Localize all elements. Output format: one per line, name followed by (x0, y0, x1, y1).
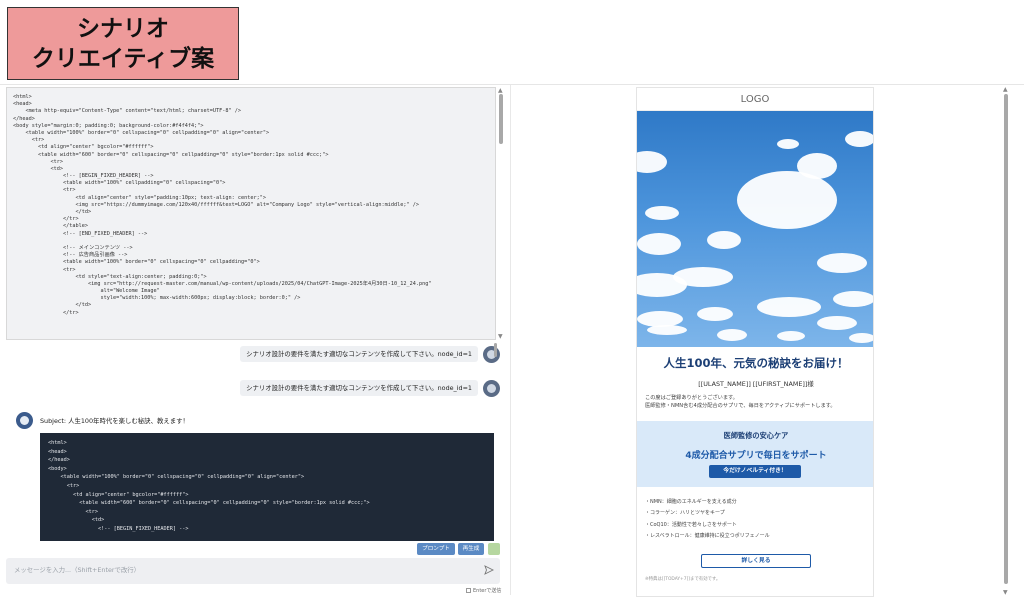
bot-code-line: <td> (48, 517, 105, 524)
html-code-viewer[interactable]: <html> <head> <meta http-equiv="Content-T… (6, 87, 496, 340)
send-icon[interactable] (484, 565, 494, 575)
code-line: style="width:100%; max-width:600px; disp… (13, 295, 301, 302)
bot-html-code-block: <html> <head> </head> <body> <table width="… (40, 433, 494, 541)
code-line: <table width="100%" border="0" cellspaci… (13, 259, 260, 266)
code-line: <td align="center" style="padding:10px; … (13, 194, 266, 201)
code-line: </td> (13, 209, 92, 215)
code-line: </tr> (13, 309, 79, 316)
code-line: <body style="margin:0; padding:0; backgr… (13, 122, 204, 129)
hero-sky-image (637, 111, 873, 347)
preview-scrollbar[interactable] (1004, 94, 1008, 584)
regenerate-button[interactable]: 再生成 (458, 543, 484, 555)
scroll-up-arrow-icon[interactable]: ▲ (498, 87, 503, 94)
email-preview: LOGO 人生100年、元気の秘訣をお届け！ [[ULAST_NAME]] [[… (636, 87, 874, 597)
bot-code-line: <head> (48, 448, 67, 455)
chat-scrollbar[interactable] (494, 343, 497, 357)
pane-divider (510, 85, 511, 595)
code-line: <head> (13, 101, 32, 108)
code-scrollbar[interactable] (499, 94, 503, 144)
enter-toggle-label: Enterで送信 (473, 588, 502, 594)
code-line: <table width="100%" border="0" cellspaci… (13, 129, 270, 136)
care-title: 医師監修の安心ケア (723, 431, 789, 440)
bot-code-line: <table width="600" border="0" cellspacin… (48, 500, 370, 507)
code-line: <tr> (13, 266, 76, 273)
code-line: </td> (13, 302, 92, 309)
code-line: <tr> (13, 187, 76, 194)
chat-history[interactable]: シナリオ設計の要件を満たす適切なコンテンツを作成して下さい。node_id=1 … (6, 342, 504, 542)
ingredient-item: ・レスベラトロール：健康維持に役立つポリフェノール (645, 532, 770, 539)
ingredient-item: ・コラーゲン：ハリとツヤをキープ (645, 510, 725, 517)
code-line: <!-- [END_FIXED_HEADER] --> (13, 230, 148, 237)
user-message: シナリオ設計の要件を満たす適切なコンテンツを作成して下さい。node_id=1 (240, 346, 478, 362)
bot-code-line: <td align="center" bgcolor="#ffffff"> (48, 491, 189, 498)
scenario-title-badge: シナリオ クリエイティブ案 (7, 7, 239, 80)
prompt-button[interactable]: プロンプト (417, 543, 455, 555)
code-line: <meta http-equiv="Content-Type" content=… (13, 108, 241, 115)
bot-code-line: <table width="100%" border="0" cellspaci… (48, 474, 305, 481)
code-line: <img src="https://dummyimage.com/120x40/… (13, 201, 420, 208)
preview-scroll-down-icon[interactable]: ▼ (1003, 589, 1008, 596)
enter-to-send-toggle[interactable]: Enterで送信 (466, 587, 501, 594)
code-line: <table width="600" border="0" cellspacin… (13, 151, 329, 158)
scroll-down-arrow-icon[interactable]: ▼ (498, 333, 503, 340)
offer-footnote: ※特典は[[TODAY+7]]まで有効です。 (645, 577, 721, 582)
ingredient-item: ・CoQ10：活動性で若々しさをサポート (645, 521, 737, 528)
extra-action-button[interactable] (488, 543, 500, 555)
enter-checkbox[interactable] (466, 588, 471, 593)
intro-line-1: この度はご登録ありがとうございます。 (645, 395, 738, 401)
user-avatar-icon (483, 380, 500, 397)
user-message: シナリオ設計の要件を満たす適切なコンテンツを作成して下さい。node_id=1 (240, 380, 478, 396)
bot-code-line: <tr> (48, 508, 98, 515)
code-line: </head> (13, 115, 35, 122)
learn-more-button[interactable]: 詳しく見る (701, 554, 811, 568)
intro-line-2: 医師監修・NMN含む4成分配合のサプリで、毎日をアクティブにサポートします。 (645, 403, 836, 409)
code-line: <!-- 広告商品引画像 --> (13, 252, 128, 259)
bot-avatar-icon (16, 412, 33, 429)
code-line: <tr> (13, 158, 63, 165)
care-section: 医師監修の安心ケア 4成分配合サプリで毎日をサポート 今だけノベルティ付き！ (637, 421, 873, 487)
message-input-placeholder: メッセージを入力...（Shift+Enterで改行） (14, 566, 141, 574)
ingredient-list: ・NMN：細胞のエネルギーを支える成分 ・コラーゲン：ハリとツヤをキープ・CoQ1… (645, 497, 869, 542)
novelty-cta-button[interactable]: 今だけノベルティ付き！ (709, 465, 801, 478)
email-intro: この度はご登録ありがとうございます。 医師監修・NMN含む4成分配合のサプリで、… (645, 394, 869, 410)
code-line: <!-- [BEGIN_FIXED_HEADER] --> (13, 173, 154, 180)
code-line: alt="Welcome Image" (13, 288, 160, 295)
bot-code-line: <tr> (48, 482, 80, 489)
bot-code-line: <!-- [BEGIN_FIXED_HEADER] --> (48, 525, 189, 532)
message-input[interactable]: メッセージを入力...（Shift+Enterで改行） (6, 558, 500, 584)
code-line: <table width="100%" cellpadding="0" cell… (13, 180, 226, 187)
bot-code-line: </head> (48, 457, 70, 464)
code-line: <html> (13, 94, 32, 100)
code-line: <tr> (13, 137, 45, 144)
user-avatar-icon (483, 346, 500, 363)
recipient-name-merge-fields: [[ULAST_NAME]] [[UFIRST_NAME]]様 (698, 380, 814, 388)
preview-scroll-up-icon[interactable]: ▲ (1003, 86, 1008, 93)
ingredient-item: ・NMN：細胞のエネルギーを支える成分 (645, 499, 737, 505)
bot-code-line: <body> (48, 465, 67, 472)
title-line-1: シナリオ (77, 15, 169, 42)
email-headline: 人生100年、元気の秘訣をお届け！ (663, 356, 849, 370)
code-line: <td> (13, 165, 63, 172)
bot-subject-line: Subject: 人生100年時代を楽しむ秘訣、教えます！ (40, 417, 189, 425)
email-logo: LOGO (637, 88, 873, 111)
title-line-2: クリエイティブ案 (31, 45, 215, 72)
care-subtitle: 4成分配合サプリで毎日をサポート (685, 451, 827, 461)
code-line: <img src="http://request-master.com/manu… (13, 280, 432, 287)
header-divider (0, 84, 1024, 85)
code-line: </table> (13, 223, 88, 230)
code-line: </tr> (13, 216, 79, 223)
bot-code-line: <html> (48, 440, 67, 446)
code-line: <td align="center" bgcolor="#ffffff"> (13, 144, 154, 151)
code-line: <td style="text-align:center; padding:0;… (13, 273, 207, 280)
